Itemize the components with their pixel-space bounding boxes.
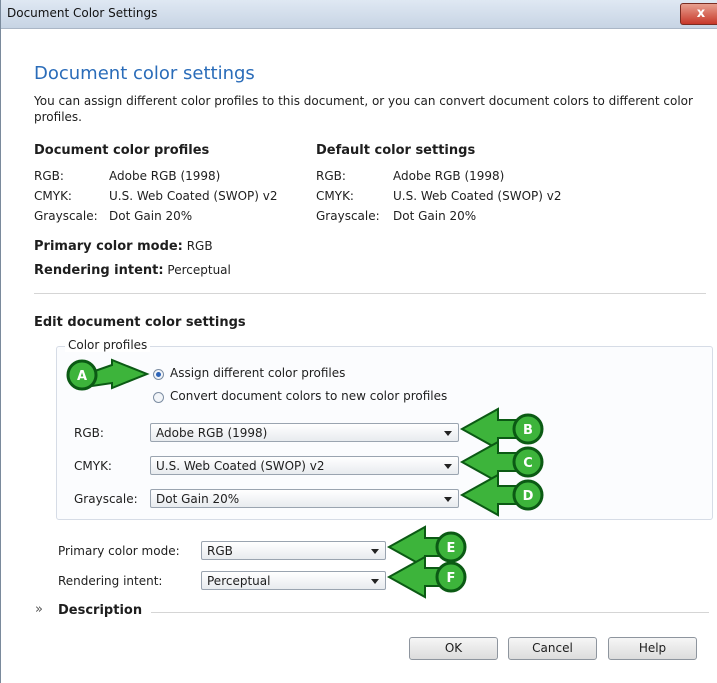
arrow-right-icon xyxy=(91,358,150,390)
callout-f-badge: F xyxy=(435,561,467,593)
callout-f-letter: F xyxy=(447,571,456,586)
arrow-left-icon xyxy=(386,525,441,569)
arrow-left-icon xyxy=(459,407,517,451)
callout-b-arrow xyxy=(459,407,517,451)
callout-d-letter: D xyxy=(523,489,534,504)
callout-b-letter: B xyxy=(523,423,533,438)
callout-e-letter: E xyxy=(447,541,456,556)
arrow-left-icon xyxy=(386,555,441,599)
callout-a-arrow xyxy=(91,358,150,390)
callout-c-letter: C xyxy=(523,456,533,471)
callout-b-badge: B xyxy=(512,413,544,445)
callout-a-badge: A xyxy=(66,359,98,391)
callout-e-arrow xyxy=(386,525,441,569)
arrow-left-icon xyxy=(459,473,517,517)
callout-e-badge: E xyxy=(435,531,467,563)
callout-a-letter: A xyxy=(77,369,87,384)
callout-d-badge: D xyxy=(512,479,544,511)
callout-overlay: A B C D E F xyxy=(66,358,544,599)
arrow-left-icon xyxy=(459,440,517,484)
callout-f-arrow xyxy=(386,555,441,599)
callout-c-arrow xyxy=(459,440,517,484)
callout-d-arrow xyxy=(459,473,517,517)
callout-c-badge: C xyxy=(512,446,544,478)
